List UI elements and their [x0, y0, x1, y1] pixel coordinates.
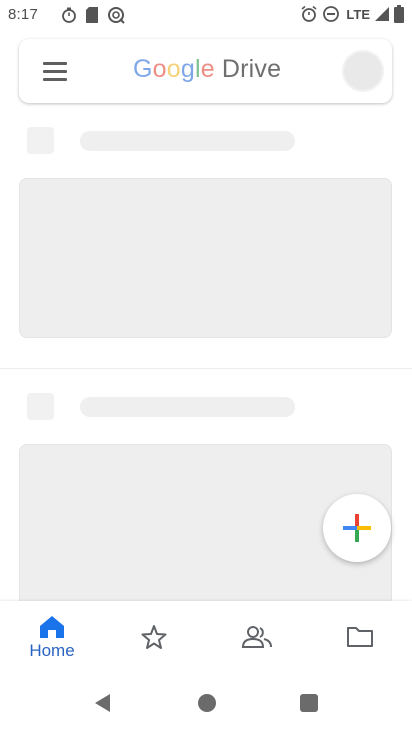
battery-icon: [394, 5, 404, 23]
bottom-navigation: Home: [0, 601, 412, 671]
timer-icon: [62, 7, 76, 23]
brand-product: Drive: [221, 55, 282, 83]
hamburger-menu-icon[interactable]: [43, 62, 67, 82]
search-bar[interactable]: Google Drive: [19, 39, 392, 103]
back-icon[interactable]: [92, 692, 112, 714]
status-time: 8:17: [8, 6, 38, 23]
plus-icon: [343, 514, 371, 542]
placeholder-title: [80, 397, 295, 417]
placeholder-icon: [27, 393, 54, 420]
star-icon: [141, 625, 167, 649]
section-divider: [0, 368, 412, 369]
nav-starred[interactable]: [114, 601, 194, 671]
nav-home[interactable]: Home: [12, 601, 92, 671]
nav-shared[interactable]: [217, 601, 297, 671]
alarm-icon: [301, 5, 317, 22]
folder-icon: [347, 627, 373, 647]
sd-card-icon: [86, 7, 98, 23]
status-bar: 8:17 LTE: [0, 0, 412, 32]
nav-home-label: Home: [29, 641, 75, 660]
do-not-disturb-icon: [323, 6, 340, 22]
nav-files[interactable]: [320, 601, 400, 671]
account-avatar[interactable]: [342, 50, 384, 92]
home-icon: [40, 616, 64, 638]
signal-icon: [375, 7, 389, 21]
recents-icon[interactable]: [300, 694, 318, 712]
network-type: LTE: [346, 6, 370, 22]
placeholder-card: [19, 178, 392, 338]
placeholder-title: [80, 131, 295, 151]
home-circle-icon[interactable]: [198, 694, 216, 712]
google-drive-logo: Google Drive: [133, 55, 282, 83]
sync-icon: [108, 7, 125, 24]
placeholder-icon: [27, 127, 54, 154]
new-item-fab[interactable]: [323, 494, 391, 562]
shared-people-icon: [242, 626, 272, 648]
